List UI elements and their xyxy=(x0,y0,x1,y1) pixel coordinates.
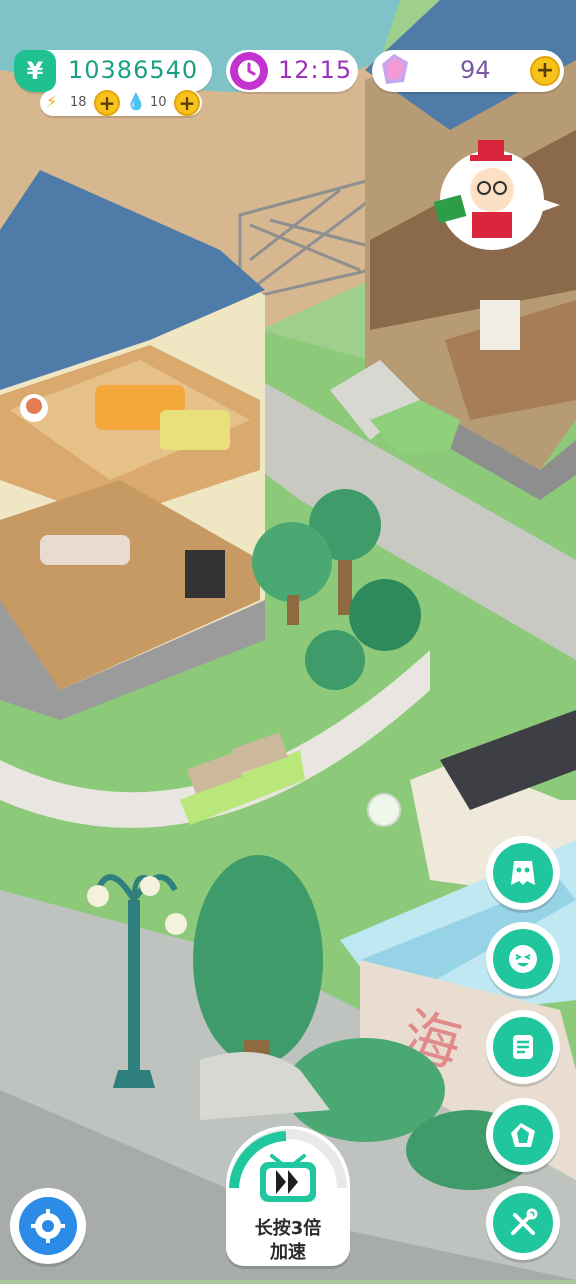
gem-icon xyxy=(493,1105,553,1165)
clock-icon xyxy=(230,52,268,90)
speed-label-line1: 长按3倍 xyxy=(254,1218,322,1239)
tv-fast-forward-icon xyxy=(229,1129,347,1202)
settings-button[interactable] xyxy=(10,1188,86,1264)
gear-icon xyxy=(19,1197,77,1255)
speed-up-button[interactable]: 长按3倍 加速 xyxy=(226,1126,350,1266)
gem-value: 94 xyxy=(460,56,491,84)
water-drop-icon: 💧 xyxy=(126,92,146,111)
tools-button[interactable] xyxy=(486,1186,560,1260)
water-value: 10 xyxy=(150,95,167,110)
lightning-icon: ⚡ xyxy=(46,92,58,111)
notes-button[interactable] xyxy=(486,1010,560,1084)
add-gems-button[interactable]: + xyxy=(530,56,560,86)
yuan-icon: ¥ xyxy=(14,50,56,92)
gem-shop-button[interactable] xyxy=(486,1098,560,1172)
add-water-button[interactable]: + xyxy=(174,90,200,116)
list-note-icon xyxy=(493,1017,553,1077)
ghost-button[interactable] xyxy=(486,836,560,910)
money-value: 10386540 xyxy=(68,56,199,84)
isometric-town-map: 海 xyxy=(0,0,576,1280)
emoji-button[interactable] xyxy=(486,922,560,996)
gem-icon xyxy=(372,48,416,92)
game-world[interactable]: 海 xyxy=(0,0,576,1280)
tools-icon xyxy=(493,1193,553,1253)
time-value: 12:15 xyxy=(278,56,353,84)
add-energy-button[interactable]: + xyxy=(94,90,120,116)
laugh-face-icon xyxy=(493,929,553,989)
speed-label-line2: 加速 xyxy=(270,1242,306,1263)
energy-value: 18 xyxy=(70,95,87,110)
ghost-icon xyxy=(493,843,553,903)
